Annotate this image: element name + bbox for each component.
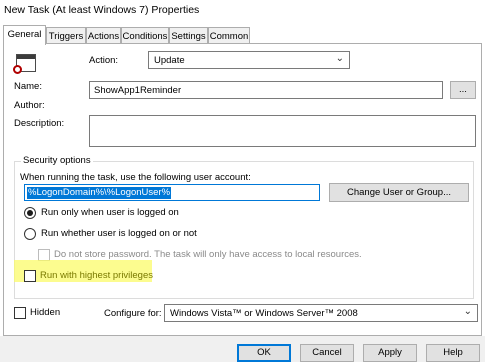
task-icon-badge <box>13 65 22 74</box>
author-label: Author: <box>14 100 45 111</box>
cancel-button[interactable]: Cancel <box>300 344 354 362</box>
apply-button[interactable]: Apply <box>363 344 417 362</box>
name-field[interactable]: ShowApp1Reminder <box>89 81 443 99</box>
dialog-button-bar: OK Cancel Apply Help <box>0 336 485 362</box>
tab-conditions[interactable]: Conditions <box>121 27 169 44</box>
configure-label: Configure for: <box>104 308 162 319</box>
tab-triggers[interactable]: Triggers <box>46 27 86 44</box>
hidden-checkbox[interactable] <box>14 307 26 319</box>
title-bar: New Task (At least Windows 7) Properties <box>0 0 485 22</box>
task-icon-titlebar <box>17 55 35 59</box>
change-user-button[interactable]: Change User or Group... <box>329 183 469 202</box>
chevron-down-icon: ⌄ <box>335 53 344 64</box>
name-field-value: ShowApp1Reminder <box>94 85 182 96</box>
window-title: New Task (At least Windows 7) Properties <box>4 4 200 16</box>
tab-general[interactable]: General <box>3 25 46 45</box>
no-store-password-label: Do not store password. The task will onl… <box>54 249 362 260</box>
tab-actions[interactable]: Actions <box>86 27 121 44</box>
action-dropdown-value: Update <box>154 55 185 66</box>
configure-dropdown-value: Windows Vista™ or Windows Server™ 2008 <box>170 308 358 319</box>
ok-button[interactable]: OK <box>237 344 291 362</box>
help-button[interactable]: Help <box>426 344 480 362</box>
security-options-title: Security options <box>21 155 93 166</box>
user-account-field[interactable]: %LogonDomain%\%LogonUser% <box>24 184 320 201</box>
radio-logged-on-or-not[interactable] <box>24 228 36 240</box>
general-tab-panel: Action: Update ⌄ Name: ShowApp1Reminder … <box>3 43 482 336</box>
chevron-down-icon: ⌄ <box>463 306 472 317</box>
configure-dropdown[interactable]: Windows Vista™ or Windows Server™ 2008 ⌄ <box>164 304 478 322</box>
description-field[interactable] <box>89 115 476 147</box>
action-label: Action: <box>89 55 119 66</box>
tab-common[interactable]: Common <box>208 27 250 44</box>
highest-privileges-label: Run with highest privileges <box>40 270 154 281</box>
name-label: Name: <box>14 81 42 92</box>
radio-logged-on[interactable] <box>24 207 36 219</box>
tab-settings[interactable]: Settings <box>169 27 208 44</box>
radio-logged-on-or-not-label: Run whether user is logged on or not <box>41 228 197 239</box>
account-prompt: When running the task, use the following… <box>20 172 251 183</box>
highest-privileges-checkbox[interactable] <box>24 270 36 282</box>
radio-selected-dot <box>27 210 33 216</box>
description-label: Description: <box>14 118 65 129</box>
hidden-label: Hidden <box>30 307 61 318</box>
browse-button[interactable]: ... <box>450 81 476 99</box>
task-icon <box>13 54 36 74</box>
radio-logged-on-label: Run only when user is logged on <box>41 207 179 218</box>
user-account-value: %LogonDomain%\%LogonUser% <box>27 187 172 199</box>
tab-strip: General Triggers Actions Conditions Sett… <box>3 25 483 45</box>
action-dropdown[interactable]: Update ⌄ <box>148 51 350 69</box>
